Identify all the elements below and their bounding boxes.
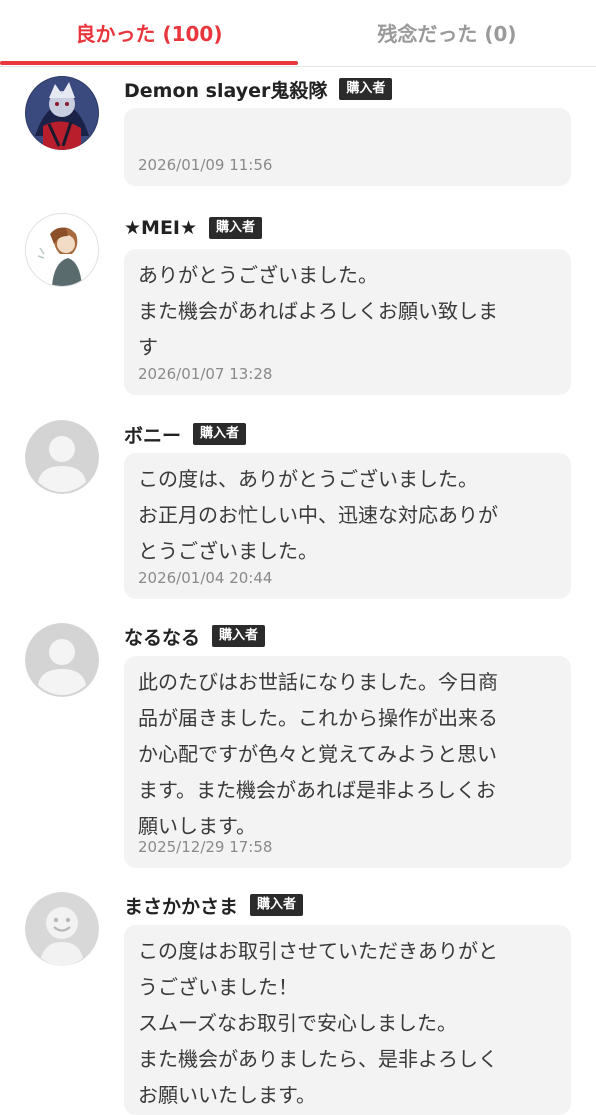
reviewer-name[interactable]: ボニー [124,421,181,448]
review-comment: この度はお取引させていただきありがと うございました！ スムーズなお取引で安心し… [138,939,498,1107]
review-bubble: この度は、ありがとうございました。 お正月のお忙しい中、迅速な対応ありが とうご… [124,453,571,599]
review-date: 2025/12/29 17:58 [138,838,273,856]
reviewer-name[interactable]: Demon slayer鬼殺隊 [124,76,327,103]
review-bubble: ありがとうございました。 また機会があればよろしくお願い致しま す 2026/0… [124,249,571,395]
purchaser-badge: 購入者 [250,894,304,916]
tab-good[interactable]: 良かった (100) [0,0,298,64]
reviewer-name-row: ボニー 購入者 [124,421,247,448]
purchaser-badge: 購入者 [339,78,393,100]
anime-character-avatar[interactable] [25,76,99,150]
review-date: 2026/01/09 11:56 [138,156,273,174]
reviewer-name-row: ★MEI★ 購入者 [124,215,263,241]
smiley-face-avatar[interactable] [25,892,99,966]
review-bubble: この度はお取引させていただきありがと うございました！ スムーズなお取引で安心し… [124,925,571,1115]
reviewer-name-row: まさかかさま 購入者 [124,892,304,919]
purchaser-badge: 購入者 [209,217,263,239]
reviewer-name-row: なるなる 購入者 [124,623,266,650]
default-user-avatar[interactable] [25,420,99,494]
purchaser-badge: 購入者 [193,423,247,445]
review-date: 2026/01/07 13:28 [138,365,273,383]
illustrated-woman-avatar[interactable] [25,213,99,287]
tab-bad[interactable]: 残念だった (0) [298,0,596,64]
default-user-avatar[interactable] [25,623,99,697]
review-comment: 此のたびはお世話になりました。今日商 品が届きました。これから操作が出来る か心… [138,670,498,838]
review-comment: ありがとうございました。 また機会があればよろしくお願い致しま す [138,263,498,359]
review-date: 2026/01/04 20:44 [138,569,273,587]
review-comment: この度は、ありがとうございました。 お正月のお忙しい中、迅速な対応ありが とうご… [138,467,498,563]
review-bubble: 此のたびはお世話になりました。今日商 品が届きました。これから操作が出来る か心… [124,656,571,868]
active-tab-indicator [0,61,298,65]
review-tabs: 良かった (100) 残念だった (0) [0,0,596,67]
reviewer-name[interactable]: ★MEI★ [124,217,197,239]
reviewer-name[interactable]: まさかかさま [124,892,238,919]
review-bubble: 2026/01/09 11:56 [124,108,571,186]
reviewer-name[interactable]: なるなる [124,623,200,650]
purchaser-badge: 購入者 [212,625,266,647]
reviewer-name-row: Demon slayer鬼殺隊 購入者 [124,76,393,103]
